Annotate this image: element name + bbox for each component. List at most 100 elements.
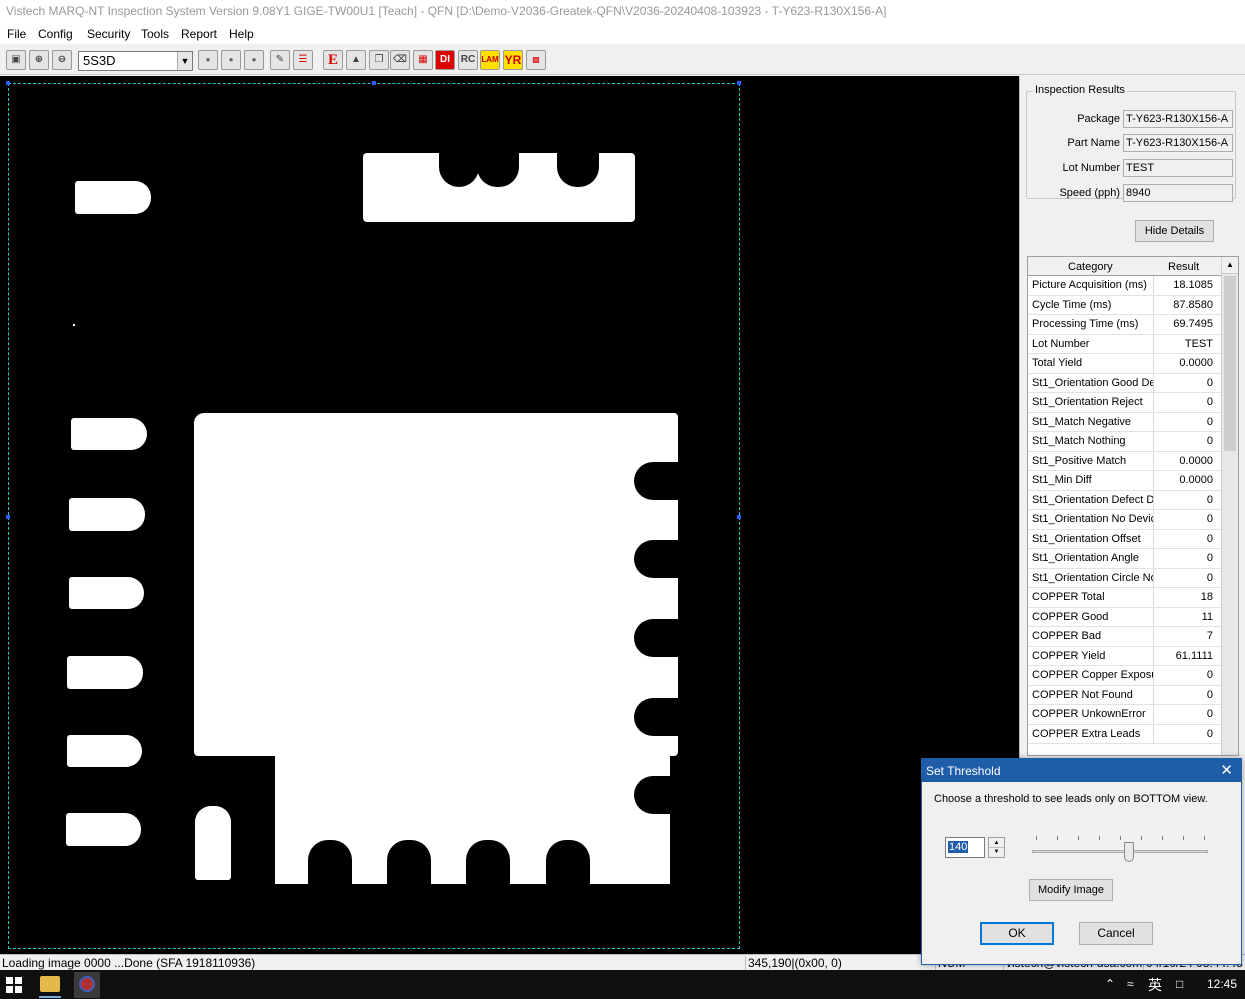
yr-icon[interactable]: YR (503, 50, 523, 70)
row-result: TEST (1184, 337, 1213, 350)
menu-security[interactable]: Security (87, 27, 130, 41)
network-icon[interactable]: ≈ (1127, 977, 1134, 991)
header-category[interactable]: Category (1068, 261, 1113, 273)
table-row[interactable]: COPPER Extra Leads 0 (1028, 724, 1221, 744)
threshold-spinner[interactable]: ▲ ▼ (988, 837, 1005, 858)
spin-up-icon[interactable]: ▲ (989, 838, 1004, 848)
chevron-up-icon[interactable]: ⌃ (1105, 977, 1115, 991)
selection-handle[interactable] (737, 81, 741, 85)
threshold-slider[interactable] (1032, 850, 1208, 853)
table-row[interactable]: COPPER Total 18 (1028, 588, 1221, 608)
package-field[interactable]: T-Y623-R130X156-A (1123, 110, 1233, 128)
selection-handle[interactable] (737, 515, 741, 519)
table-row[interactable]: COPPER Not Found 0 (1028, 685, 1221, 705)
e-icon[interactable]: E (323, 50, 343, 70)
station-select[interactable]: 5S3D ▼ (78, 51, 193, 71)
row-result: 69.7495 (1173, 318, 1213, 330)
table-row[interactable]: COPPER Good 11 (1028, 607, 1221, 627)
table-row[interactable]: St1_Positive Match 0.0000 (1028, 451, 1221, 471)
results-table-header: Category Result (1028, 257, 1221, 276)
teach-icon[interactable]: ☰ (293, 50, 313, 70)
di-icon[interactable]: DI (435, 50, 455, 70)
table-row[interactable]: St1_Orientation Offset 0 (1028, 529, 1221, 549)
copy-icon[interactable]: ❐ (369, 50, 389, 70)
row-result: 0 (1206, 688, 1213, 701)
row-result: 11 (1201, 610, 1213, 623)
row-category: St1_Min Diff (1028, 471, 1154, 490)
threshold-input[interactable]: 140 (945, 837, 985, 858)
notification-icon[interactable]: □ (1176, 977, 1183, 991)
menu-tools[interactable]: Tools (141, 27, 169, 41)
taskbar-clock[interactable]: 12:45 (1207, 977, 1237, 991)
table-row[interactable]: COPPER Bad 7 (1028, 627, 1221, 647)
row-category: COPPER UnkownError (1028, 705, 1154, 724)
cancel-button[interactable]: Cancel (1079, 922, 1153, 945)
menu-report[interactable]: Report (181, 27, 217, 41)
threshold-slider-thumb[interactable] (1124, 842, 1134, 862)
menu-config[interactable]: Config (38, 27, 73, 41)
slider-tick (1078, 836, 1079, 840)
ok-button[interactable]: OK (980, 922, 1054, 945)
table-row[interactable]: St1_Match Nothing 0 (1028, 432, 1221, 452)
table-row[interactable]: Processing Time (ms) 69.7495 (1028, 315, 1221, 335)
menu-bar: File Config Security Tools Report Help (0, 24, 1245, 44)
lead-notch (466, 840, 510, 886)
camera-icon[interactable]: ▣ (6, 50, 26, 70)
device-icon[interactable]: ▦ (413, 50, 433, 70)
lam-icon[interactable]: LAM (480, 50, 500, 70)
menu-file[interactable]: File (7, 27, 26, 41)
threshold-value: 140 (948, 841, 969, 853)
table-row[interactable]: Cycle Time (ms) 87.8580 (1028, 295, 1221, 315)
selection-handle[interactable] (372, 81, 376, 85)
selection-handle[interactable] (6, 81, 10, 85)
stop-icon[interactable]: ● (221, 50, 241, 70)
table-row[interactable]: St1_Orientation Good Dev 0 (1028, 373, 1221, 393)
inspection-image-viewer[interactable] (0, 76, 1019, 954)
table-row[interactable]: COPPER Yield 61.1111 (1028, 646, 1221, 666)
selection-handle[interactable] (6, 515, 10, 519)
mountain-icon[interactable]: ▲ (346, 50, 366, 70)
table-row[interactable]: St1_Orientation Defect De 0 (1028, 490, 1221, 510)
table-row[interactable]: St1_Orientation Reject 0 (1028, 393, 1221, 413)
table-row[interactable]: St1_Orientation No Device 0 (1028, 510, 1221, 530)
zoom-in-icon[interactable]: ⊕ (29, 50, 49, 70)
hide-details-button[interactable]: Hide Details (1135, 220, 1214, 242)
table-row[interactable]: COPPER Copper Exposure 0 (1028, 666, 1221, 686)
sample-icon[interactable]: ▩ (526, 50, 546, 70)
results-table-scrollbar[interactable]: ▲ (1221, 257, 1238, 755)
table-row[interactable]: Picture Acquisition (ms) 18.1085 (1028, 276, 1221, 296)
edit-icon[interactable]: ✎ (270, 50, 290, 70)
table-row[interactable]: COPPER UnkownError 0 (1028, 705, 1221, 725)
part-name-field[interactable]: T-Y623-R130X156-A (1123, 134, 1233, 152)
rc-icon[interactable]: RC (458, 50, 478, 70)
test-icon[interactable]: ● (244, 50, 264, 70)
input-language[interactable]: 英 (1148, 975, 1162, 995)
header-result[interactable]: Result (1168, 261, 1199, 273)
app-taskbar-button[interactable] (74, 972, 100, 998)
table-row[interactable]: St1_Min Diff 0.0000 (1028, 471, 1221, 491)
row-category: St1_Positive Match (1028, 451, 1154, 471)
scrollbar-thumb[interactable] (1224, 276, 1236, 451)
windows-start-icon[interactable] (6, 977, 22, 993)
spin-down-icon[interactable]: ▼ (989, 848, 1004, 857)
table-row[interactable]: St1_Orientation Circle Not 0 (1028, 568, 1221, 588)
file-explorer-icon[interactable] (40, 976, 60, 992)
row-result: 0 (1206, 552, 1213, 564)
chevron-down-icon[interactable]: ▼ (177, 52, 192, 70)
speed-field[interactable]: 8940 (1123, 184, 1233, 202)
lot-number-field[interactable]: TEST (1123, 159, 1233, 177)
trash-icon[interactable]: ⌫ (390, 50, 410, 70)
table-row[interactable]: Lot Number TEST (1028, 334, 1221, 354)
dialog-titlebar[interactable]: Set Threshold (922, 759, 1241, 782)
menu-help[interactable]: Help (229, 27, 254, 41)
close-icon[interactable]: ✕ (1220, 761, 1233, 779)
scroll-up-icon[interactable]: ▲ (1222, 257, 1238, 274)
zoom-out-icon[interactable]: ⊖ (52, 50, 72, 70)
table-row[interactable]: Total Yield 0.0000 (1028, 354, 1221, 374)
left-lead (69, 498, 145, 531)
table-row[interactable]: St1_Orientation Angle 0 (1028, 549, 1221, 569)
run-icon[interactable]: ● (198, 50, 218, 70)
lead-notch (634, 619, 684, 657)
modify-image-button[interactable]: Modify Image (1029, 879, 1113, 901)
table-row[interactable]: St1_Match Negative 0 (1028, 412, 1221, 432)
